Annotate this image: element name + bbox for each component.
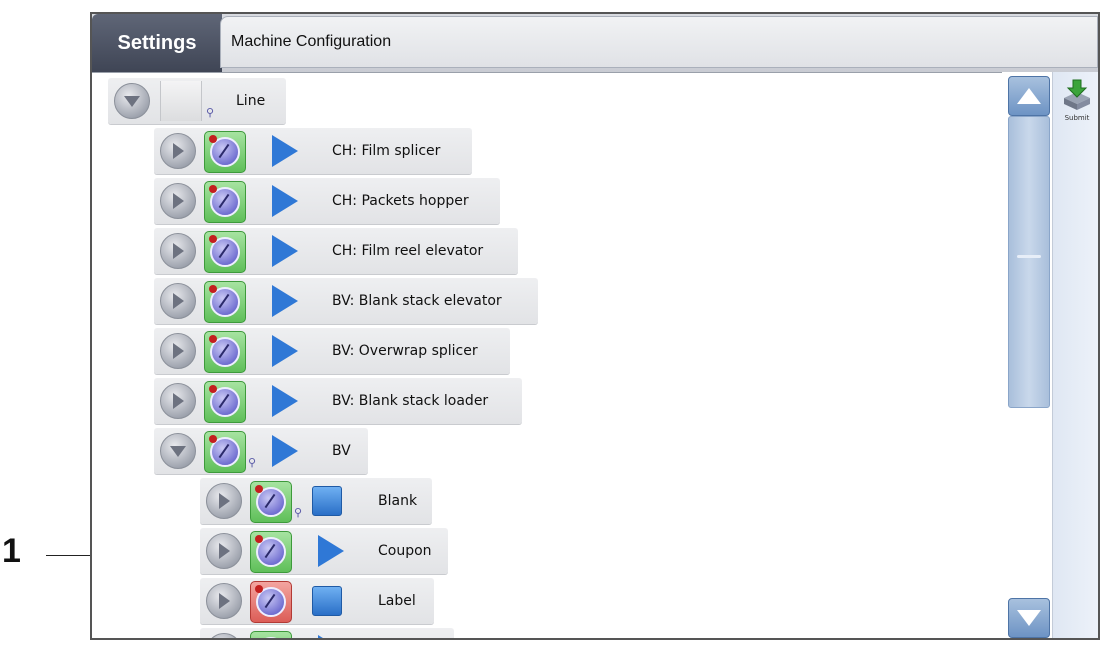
collapsed-icon[interactable] <box>206 583 242 619</box>
tree-label: BV: Overwrap splicer <box>332 343 478 359</box>
status-gauge-icon <box>204 381 246 423</box>
play-icon[interactable] <box>272 335 298 367</box>
collapsed-icon[interactable] <box>160 233 196 269</box>
settings-tab[interactable]: Settings <box>92 14 222 72</box>
link-icon: ⚲ <box>206 106 215 119</box>
page-title: Machine Configuration <box>220 16 1098 68</box>
status-gauge-icon <box>250 481 292 523</box>
play-icon[interactable] <box>272 235 298 267</box>
collapsed-icon[interactable] <box>160 183 196 219</box>
status-gauge-icon <box>250 631 292 638</box>
tree-label: Label <box>378 593 416 609</box>
scroll-track[interactable] <box>1008 76 1050 638</box>
collapsed-icon[interactable] <box>206 483 242 519</box>
collapsed-icon[interactable] <box>160 333 196 369</box>
play-icon[interactable] <box>272 285 298 317</box>
tree-label: BV: Blank stack elevator <box>332 293 502 309</box>
scroll-down-icon <box>1017 610 1041 626</box>
collapsed-icon[interactable] <box>206 533 242 569</box>
square-icon[interactable] <box>312 486 342 516</box>
tree-label: Line <box>236 93 266 109</box>
scroll-thumb[interactable] <box>1008 116 1050 408</box>
scroll-down-button[interactable] <box>1008 598 1050 638</box>
collapsed-icon[interactable] <box>160 133 196 169</box>
collapsed-icon[interactable] <box>160 283 196 319</box>
play-icon[interactable] <box>272 185 298 217</box>
machine-configuration-window: Settings Machine Configuration ⚲ Line CH… <box>90 12 1100 640</box>
expand-icon[interactable] <box>114 83 150 119</box>
callout-number: 1 <box>2 532 21 570</box>
tree-label: Blank <box>378 493 418 509</box>
action-sidebar: Submit <box>1052 72 1098 638</box>
status-gauge-icon <box>250 581 292 623</box>
tree-label: CH: Film splicer <box>332 143 441 159</box>
tree-label: BV: Blank stack loader <box>332 393 489 409</box>
tree-label: BV <box>332 443 351 459</box>
play-icon[interactable] <box>318 635 344 638</box>
scroll-up-button[interactable] <box>1008 76 1050 116</box>
tree-label: CH: Film reel elevator <box>332 243 484 259</box>
status-gauge-icon <box>204 431 246 473</box>
collapsed-icon[interactable] <box>160 383 196 419</box>
scroll-up-icon <box>1017 88 1041 104</box>
status-gauge-icon <box>204 331 246 373</box>
submit-icon <box>1064 79 1090 110</box>
scrollbar[interactable] <box>1002 72 1052 638</box>
status-gauge-icon <box>204 281 246 323</box>
configuration-tree: ⚲ Line CH: Film splicer CH: Packets hopp… <box>92 72 1002 638</box>
link-icon: ⚲ <box>248 456 257 469</box>
placeholder-cell <box>160 81 202 121</box>
submit-button[interactable]: Submit <box>1057 78 1097 134</box>
play-icon[interactable] <box>272 385 298 417</box>
status-gauge-icon <box>204 181 246 223</box>
status-gauge-icon <box>204 231 246 273</box>
header-bar: Settings Machine Configuration <box>92 14 1098 73</box>
play-icon[interactable] <box>272 135 298 167</box>
status-gauge-icon <box>250 531 292 573</box>
tree-label: CH: Packets hopper <box>332 193 469 209</box>
tree-label: Coupon <box>378 543 432 559</box>
status-gauge-icon <box>204 131 246 173</box>
play-icon[interactable] <box>272 435 298 467</box>
expand-icon[interactable] <box>160 433 196 469</box>
link-icon: ⚲ <box>294 506 303 519</box>
square-icon[interactable] <box>312 586 342 616</box>
submit-label: Submit <box>1064 114 1090 122</box>
play-icon[interactable] <box>318 535 344 567</box>
